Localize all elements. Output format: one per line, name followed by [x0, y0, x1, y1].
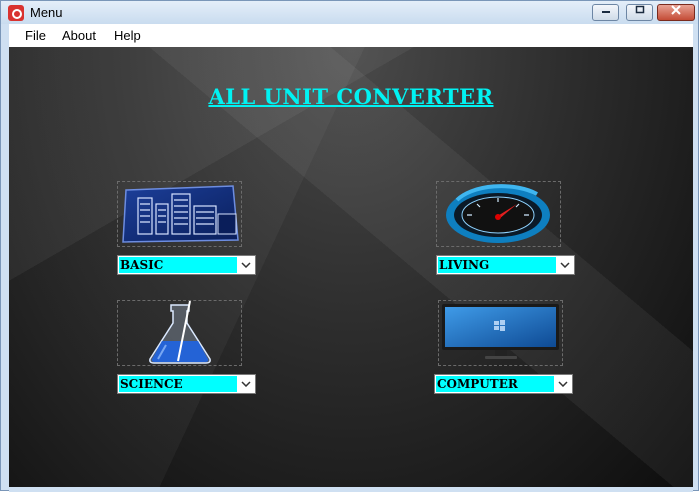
- science-dropdown[interactable]: SCIENCE: [117, 374, 256, 394]
- basic-dropdown-value: BASIC: [119, 257, 237, 273]
- living-image[interactable]: [436, 181, 561, 247]
- computer-dropdown[interactable]: COMPUTER: [434, 374, 573, 394]
- app-title: ALL UNIT CONVERTER: [208, 84, 494, 109]
- science-image[interactable]: [117, 300, 242, 366]
- computer-image[interactable]: [438, 300, 563, 366]
- minimize-icon: [601, 11, 610, 13]
- monitor-icon: [442, 304, 559, 359]
- chevron-down-icon[interactable]: [557, 257, 573, 273]
- window-border: [9, 487, 693, 492]
- minimize-button[interactable]: [592, 4, 619, 21]
- living-dropdown-value: LIVING: [438, 257, 556, 273]
- basic-image[interactable]: [117, 181, 242, 247]
- maximize-icon: [635, 5, 644, 14]
- building-icon: [122, 185, 239, 243]
- main-panel: ALL UNIT CONVERTER BASIC LIVING SCIENCE …: [9, 47, 693, 487]
- computer-dropdown-value: COMPUTER: [436, 376, 554, 392]
- speedometer-icon: [446, 184, 550, 243]
- menu-bar: File About Help: [9, 24, 693, 47]
- window-title: Menu: [30, 5, 63, 20]
- menu-about[interactable]: About: [62, 28, 96, 43]
- chevron-down-icon[interactable]: [238, 376, 254, 392]
- science-dropdown-value: SCIENCE: [119, 376, 237, 392]
- close-button[interactable]: [657, 4, 695, 21]
- close-icon: [671, 5, 681, 15]
- maximize-button[interactable]: [626, 4, 653, 21]
- chevron-down-icon[interactable]: [238, 257, 254, 273]
- living-dropdown[interactable]: LIVING: [436, 255, 575, 275]
- window: Menu File About Help ALL UNIT CONVERTER: [0, 0, 699, 492]
- basic-dropdown[interactable]: BASIC: [117, 255, 256, 275]
- menu-help[interactable]: Help: [114, 28, 141, 43]
- flask-icon: [149, 300, 211, 364]
- menu-file[interactable]: File: [25, 28, 46, 43]
- chevron-down-icon[interactable]: [555, 376, 571, 392]
- title-bar: Menu: [1, 1, 698, 24]
- app-icon: [8, 5, 24, 21]
